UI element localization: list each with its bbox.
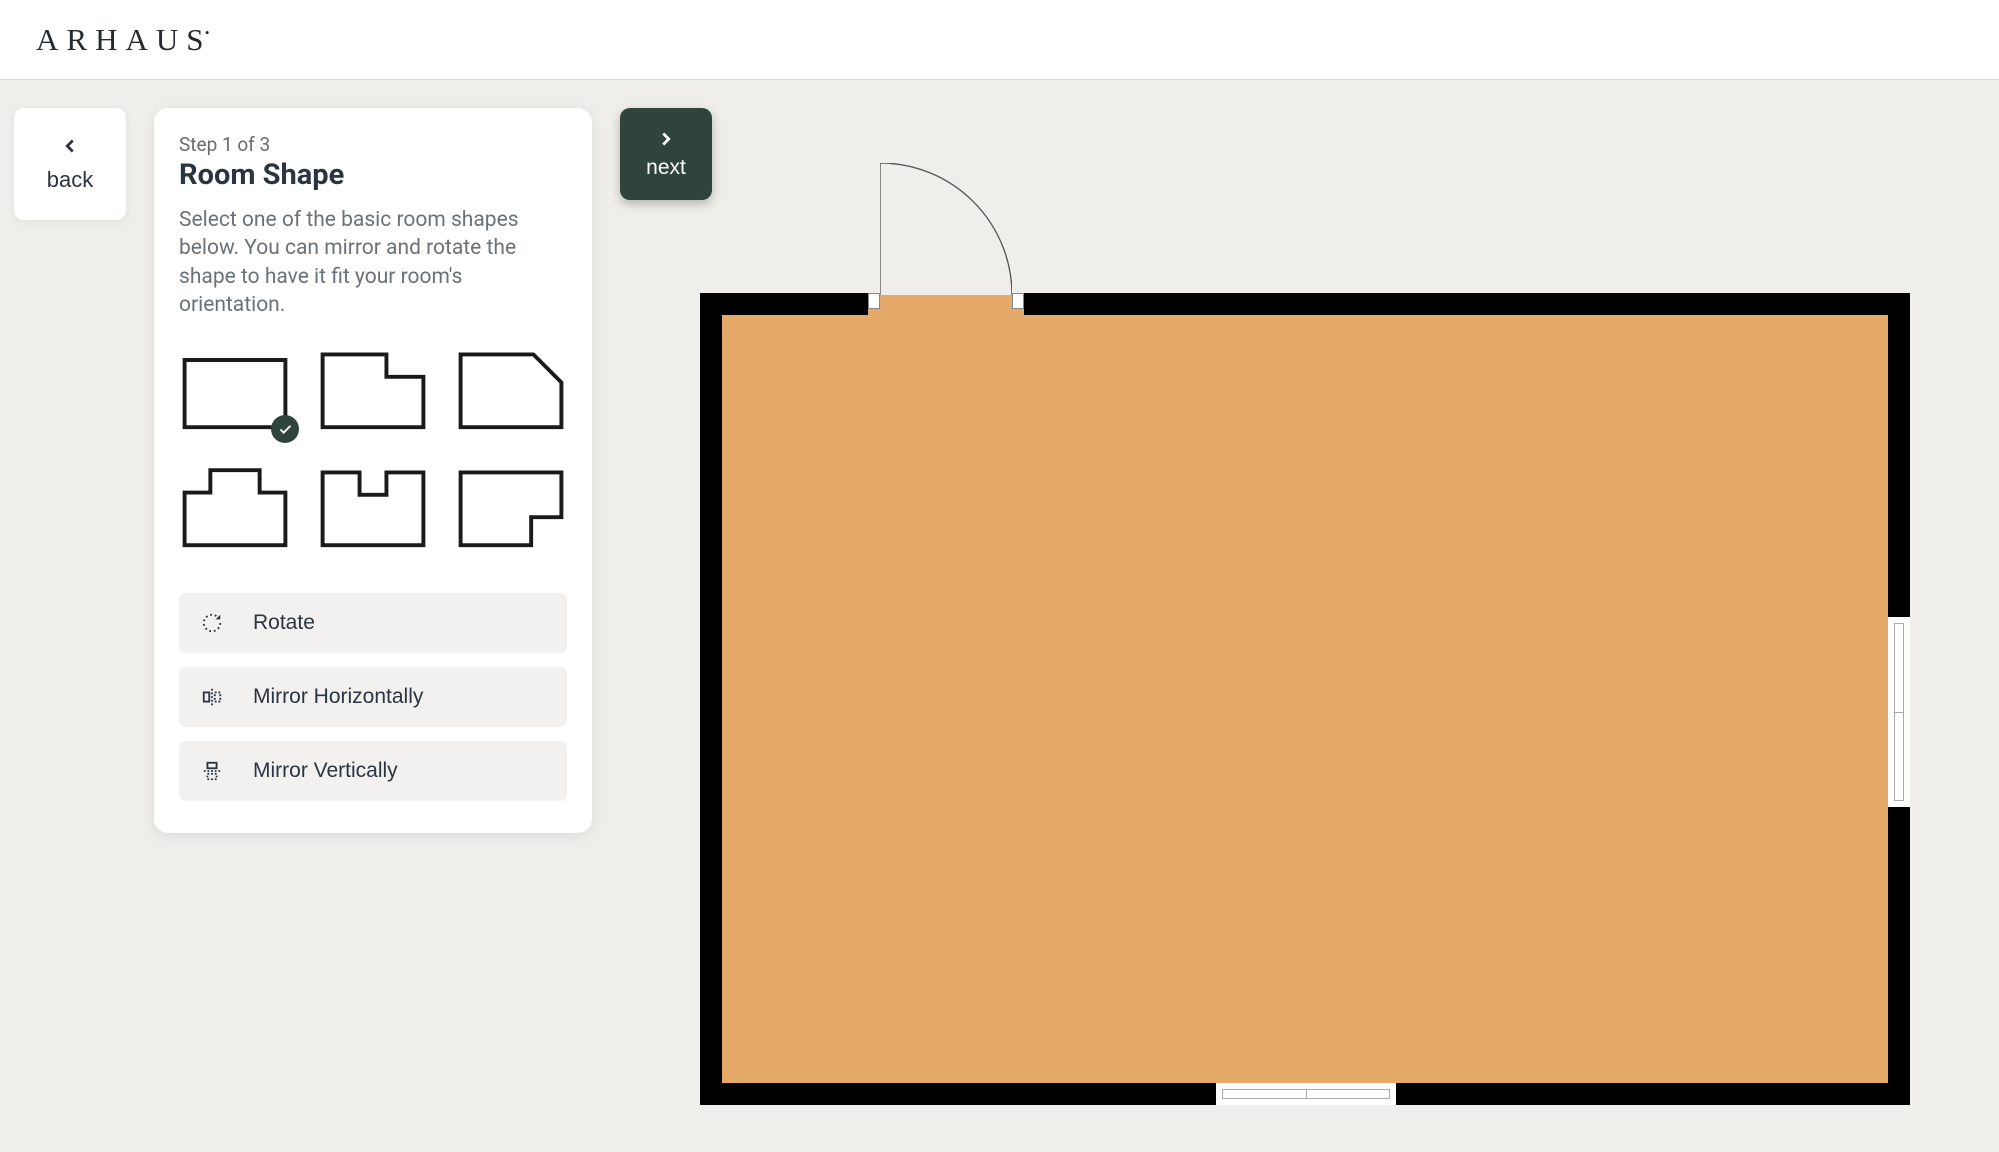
window-bottom <box>1216 1083 1396 1105</box>
back-button[interactable]: back <box>14 108 126 220</box>
room-shape-panel: Step 1 of 3 Room Shape Select one of the… <box>154 108 592 833</box>
back-button-label: back <box>47 167 93 193</box>
chevron-right-icon <box>655 128 677 150</box>
mirror-horizontal-icon <box>201 686 223 708</box>
t-notch-icon <box>179 459 291 553</box>
u-notch-icon <box>317 459 429 553</box>
panel-title: Room Shape <box>179 158 567 192</box>
brand-text: ARHAUS <box>36 22 211 57</box>
app-header: ARHAUS• <box>0 0 1999 80</box>
brand-logo: ARHAUS• <box>36 22 211 58</box>
door-frame-right <box>1012 293 1024 309</box>
action-list: Rotate Mirror Horizontally <box>179 593 567 801</box>
door-swing-icon <box>880 163 1012 295</box>
l-shape-icon <box>317 341 429 435</box>
next-button[interactable]: next <box>620 108 712 200</box>
door-frame-left <box>868 293 880 309</box>
rotate-icon <box>201 612 223 634</box>
door-opening <box>868 293 1024 315</box>
shape-option-t-notch[interactable] <box>179 459 291 553</box>
brand-dot: • <box>205 25 218 41</box>
step-indicator: Step 1 of 3 <box>179 133 567 156</box>
mirror-h-label: Mirror Horizontally <box>253 685 423 709</box>
shape-option-u-notch[interactable] <box>317 459 429 553</box>
panel-description: Select one of the basic room shapes belo… <box>179 206 567 319</box>
shape-option-l-bottom-right[interactable] <box>455 459 567 553</box>
rotate-button[interactable]: Rotate <box>179 593 567 653</box>
shape-option-l-top-right[interactable] <box>317 341 429 435</box>
room-floor <box>722 315 1888 1083</box>
next-button-label: next <box>646 156 686 180</box>
mirror-horizontal-button[interactable]: Mirror Horizontally <box>179 667 567 727</box>
shape-option-rectangle[interactable] <box>179 341 291 435</box>
rotate-label: Rotate <box>253 611 315 635</box>
mirror-vertical-button[interactable]: Mirror Vertically <box>179 741 567 801</box>
mirror-vertical-icon <box>201 760 223 782</box>
chevron-left-icon <box>59 135 81 157</box>
check-icon <box>278 422 293 437</box>
l-shape-2-icon <box>455 459 567 553</box>
shape-option-chamfer[interactable] <box>455 341 567 435</box>
selected-check-badge <box>271 415 299 443</box>
mirror-v-label: Mirror Vertically <box>253 759 398 783</box>
shape-grid <box>179 341 567 553</box>
window-right <box>1888 617 1910 807</box>
floorplan-canvas[interactable] <box>700 235 1910 1105</box>
chamfered-icon <box>455 341 567 435</box>
